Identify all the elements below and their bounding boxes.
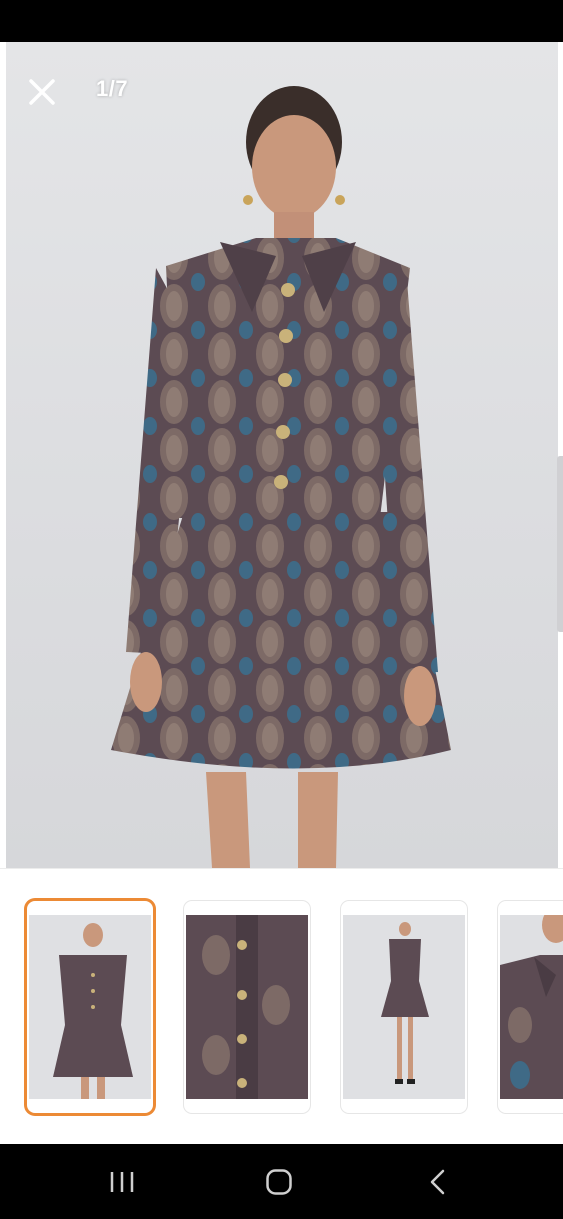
full-body-thumbnail-icon [381,922,429,1084]
product-photo[interactable] [6,42,558,868]
model-illustration [111,86,451,868]
close-button[interactable] [22,72,62,112]
recents-button[interactable] [92,1162,152,1202]
thumbnail-3[interactable] [341,901,467,1113]
collar-closeup-thumbnail-icon [500,915,563,1099]
thumbnail-4[interactable] [498,901,563,1113]
home-button[interactable] [249,1162,309,1202]
image-viewer[interactable]: 1/7 [0,42,563,868]
system-navigation-bar [0,1144,563,1219]
outfit-front-thumbnail-icon [53,923,133,1099]
home-icon [266,1169,292,1195]
thumbnail-strip[interactable] [0,868,563,1145]
jacket-detail-thumbnail-icon [186,915,308,1099]
status-bar [0,0,563,42]
back-icon [430,1169,445,1195]
recents-icon [110,1172,134,1192]
close-icon [29,79,55,105]
edge-panel-handle[interactable] [557,456,563,632]
thumbnail-2[interactable] [184,901,310,1113]
thumbnail-1[interactable] [27,901,153,1113]
back-button[interactable] [407,1162,467,1202]
image-counter: 1/7 [96,76,129,101]
